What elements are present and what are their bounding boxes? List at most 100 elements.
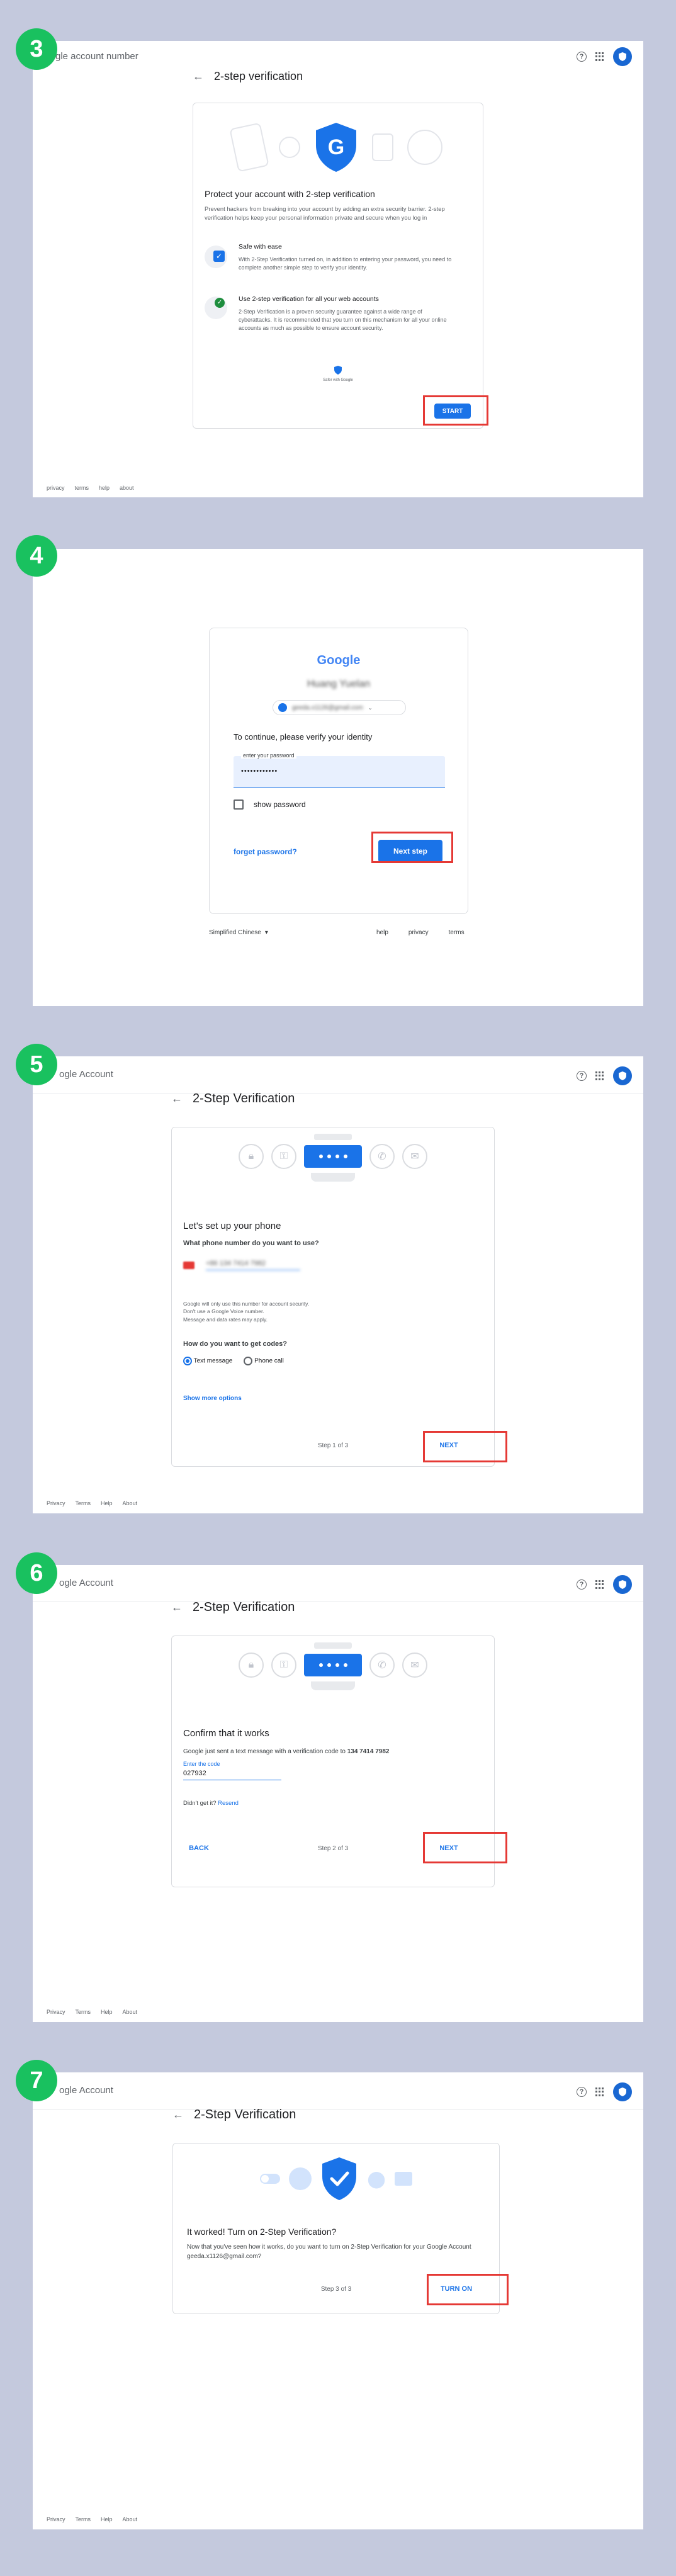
footer-link[interactable]: Privacy bbox=[47, 2009, 65, 2015]
key-icon: ⚿ bbox=[271, 1652, 296, 1678]
intro-text: Prevent hackers from breaking into your … bbox=[205, 206, 445, 222]
footer-link[interactable]: privacy bbox=[408, 929, 429, 936]
header-icons: ? bbox=[577, 1066, 632, 1085]
page-title-row: ← 2-Step Verification bbox=[171, 1600, 295, 1615]
footer-link[interactable]: about bbox=[120, 485, 134, 491]
person-icon bbox=[289, 2167, 312, 2190]
option-phone-call[interactable]: Phone call bbox=[244, 1357, 284, 1365]
avatar[interactable] bbox=[613, 1066, 632, 1085]
gear-icon bbox=[279, 137, 300, 158]
verify-prompt: To continue, please verify your identity bbox=[234, 732, 373, 742]
show-password-label: show password bbox=[254, 800, 306, 809]
language-label: Simplified Chinese bbox=[209, 929, 261, 936]
footer-link[interactable]: About bbox=[123, 1500, 138, 1506]
lock-icon: 🔒︎ bbox=[239, 1652, 264, 1678]
phone-illustration: 🔒︎ ⚿ ✆ ✉ bbox=[172, 1642, 494, 1690]
signin-card: Google Huang Yuelan geeda.x1126@gmail.co… bbox=[209, 628, 468, 914]
step-badge-6: 6 bbox=[16, 1552, 57, 1594]
signin-footer-links: help privacy terms bbox=[376, 929, 465, 936]
language-select[interactable]: Simplified Chinese ▾ bbox=[209, 929, 268, 936]
option-text-message[interactable]: Text message bbox=[183, 1357, 232, 1365]
show-password-row[interactable]: show password bbox=[234, 799, 306, 810]
screenshot-panel-3: gle account number ? ← 2-step verificati… bbox=[33, 41, 643, 497]
footer-link[interactable]: Privacy bbox=[47, 1500, 65, 1506]
back-arrow-icon[interactable]: ← bbox=[172, 2108, 184, 2121]
account-chip[interactable]: geeda.x1126@gmail.com ⌄ bbox=[273, 700, 406, 715]
help-icon[interactable]: ? bbox=[577, 2087, 587, 2097]
footer-link[interactable]: terms bbox=[75, 485, 89, 491]
footer-link[interactable]: help bbox=[99, 485, 110, 491]
forgot-password-link[interactable]: forget password? bbox=[234, 847, 297, 856]
checkbox[interactable] bbox=[234, 799, 244, 810]
show-more-options-link[interactable]: Show more options bbox=[183, 1395, 242, 1402]
codes-question: How do you want to get codes? bbox=[183, 1340, 287, 1348]
shield-icon bbox=[619, 52, 626, 61]
back-arrow-icon[interactable]: ← bbox=[193, 70, 204, 83]
header-brand: gle account number bbox=[55, 51, 138, 62]
safer-with-google: Safer with Google bbox=[193, 365, 483, 382]
page-title-row: ← 2-Step Verification bbox=[172, 2108, 296, 2122]
header-brand: ogle Account bbox=[59, 1578, 113, 1588]
apps-grid-icon[interactable] bbox=[595, 2087, 604, 2096]
safer-label: Safer with Google bbox=[323, 378, 353, 382]
resend-prefix: Didn't get it? bbox=[183, 1800, 217, 1807]
screenshot-panel-5: ogle Account ? ← 2-Step Verification 🔒︎ … bbox=[33, 1056, 643, 1513]
sent-text: Google just sent a text message with a v… bbox=[183, 1748, 346, 1755]
help-icon[interactable]: ? bbox=[577, 52, 587, 62]
resend-link[interactable]: Resend bbox=[218, 1800, 239, 1807]
success-illustration: ⬤ bbox=[173, 2156, 499, 2201]
shield-check-illustration-icon: ✓ bbox=[205, 297, 227, 319]
footer-links: Privacy Terms Help About bbox=[47, 1500, 137, 1506]
apps-grid-icon[interactable] bbox=[595, 52, 604, 61]
sent-number: 134 7414 7982 bbox=[347, 1748, 390, 1755]
footer-link[interactable]: Privacy bbox=[47, 2516, 65, 2522]
feature-text: With 2-Step Verification turned on, in a… bbox=[239, 256, 452, 271]
footer-link[interactable]: Terms bbox=[76, 2516, 91, 2522]
account-avatar-icon bbox=[278, 703, 287, 712]
lock-icon: 🔒︎ bbox=[239, 1144, 264, 1169]
page-title-row: ← 2-step verification bbox=[193, 70, 303, 83]
note-line: Google will only use this number for acc… bbox=[183, 1301, 310, 1307]
google-shield-icon: G bbox=[316, 123, 356, 172]
footer-link[interactable]: Terms bbox=[76, 1500, 91, 1506]
footer-link[interactable]: Help bbox=[101, 2009, 113, 2015]
footer-link[interactable]: privacy bbox=[47, 485, 65, 491]
highlight-start bbox=[423, 395, 488, 426]
apps-grid-icon[interactable] bbox=[595, 1580, 604, 1589]
phone-input-row[interactable]: +86 134 7414 7982 bbox=[183, 1260, 300, 1270]
user-name: Huang Yuelan bbox=[307, 679, 371, 689]
phone-question: What phone number do you want to use? bbox=[183, 1240, 319, 1247]
enter-code-label: Enter the code bbox=[183, 1761, 220, 1767]
avatar[interactable] bbox=[613, 1575, 632, 1594]
footer-link[interactable]: Help bbox=[101, 2516, 113, 2522]
back-arrow-icon[interactable]: ← bbox=[171, 1092, 183, 1105]
feature-text: 2-Step Verification is a proven security… bbox=[239, 308, 447, 332]
help-icon[interactable]: ? bbox=[577, 1579, 587, 1590]
apps-grid-icon[interactable] bbox=[595, 1071, 604, 1080]
highlight-next bbox=[423, 1832, 507, 1863]
avatar[interactable] bbox=[613, 47, 632, 66]
svg-text:G: G bbox=[328, 135, 344, 159]
footer-link[interactable]: Help bbox=[101, 1500, 113, 1506]
country-flag-icon[interactable] bbox=[183, 1261, 194, 1269]
phone-notes: Google will only use this number for acc… bbox=[183, 1300, 309, 1323]
code-input[interactable]: 027932 bbox=[183, 1770, 281, 1780]
footer-link[interactable]: help bbox=[376, 929, 388, 936]
phone-number-field[interactable]: +86 134 7414 7982 bbox=[206, 1260, 300, 1270]
help-icon[interactable]: ? bbox=[577, 1071, 587, 1081]
note-line: Message and data rates may apply. bbox=[183, 1316, 268, 1323]
password-value: •••••••••••• bbox=[241, 767, 278, 775]
success-text: Now that you've seen how it works, do yo… bbox=[187, 2244, 471, 2260]
footer-link[interactable]: About bbox=[123, 2516, 138, 2522]
avatar[interactable] bbox=[613, 2082, 632, 2101]
success-heading: It worked! Turn on 2-Step Verification? bbox=[187, 2227, 337, 2237]
footer-link[interactable]: About bbox=[123, 2009, 138, 2015]
password-field[interactable]: enter your password •••••••••••• bbox=[234, 752, 445, 788]
back-arrow-icon[interactable]: ← bbox=[171, 1601, 183, 1614]
google-logo: Google bbox=[210, 653, 468, 668]
highlight-next bbox=[423, 1431, 507, 1462]
footer-link[interactable]: terms bbox=[449, 929, 465, 936]
footer-link[interactable]: Terms bbox=[76, 2009, 91, 2015]
screenshot-panel-4: Google Huang Yuelan geeda.x1126@gmail.co… bbox=[33, 549, 643, 1006]
highlight-next-step bbox=[371, 832, 453, 863]
